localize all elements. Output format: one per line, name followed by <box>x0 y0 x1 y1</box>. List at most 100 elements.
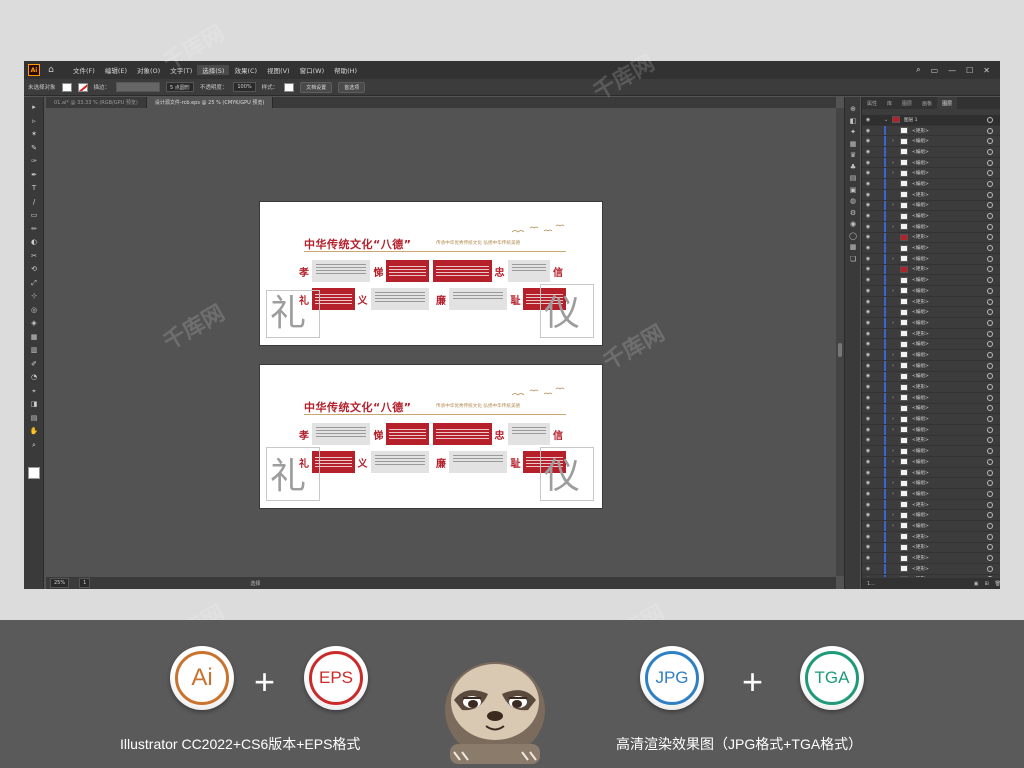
visibility-eye-icon[interactable]: ◉ <box>862 405 874 411</box>
target-circle-icon[interactable] <box>987 351 993 358</box>
layer-row[interactable]: ◉ <编组> <box>862 147 1000 158</box>
blob-brush-icon[interactable]: ◐ <box>29 238 39 247</box>
curvature-tool-icon[interactable]: ✑ <box>29 157 39 166</box>
layer-row[interactable]: ◉ › <编组> <box>862 478 1000 490</box>
shape-builder-icon[interactable]: ◎ <box>29 306 39 315</box>
visibility-eye-icon[interactable]: ◉ <box>862 170 874 176</box>
fill-stroke-swatches[interactable] <box>28 467 40 479</box>
menu-select[interactable]: 选择(S) <box>197 65 230 75</box>
symbol-sprayer-icon[interactable]: ⌖ <box>29 387 39 396</box>
expand-chevron-icon[interactable]: › <box>892 523 900 529</box>
layer-row[interactable]: ◉ › <编组> <box>862 200 1000 212</box>
layer-row[interactable]: ◉ <编组> <box>862 211 1000 222</box>
target-circle-icon[interactable] <box>987 405 993 412</box>
target-circle-icon[interactable] <box>987 501 993 508</box>
visibility-eye-icon[interactable]: ◉ <box>862 245 874 251</box>
visibility-eye-icon[interactable]: ◉ <box>862 523 874 529</box>
visibility-eye-icon[interactable]: ◉ <box>862 470 874 476</box>
layer-row[interactable]: ◉ <矩形> <box>862 264 1000 276</box>
layer-row[interactable]: ◉ <编组> <box>862 339 1000 351</box>
appearance-icon[interactable]: ♣ <box>848 163 858 171</box>
visibility-eye-icon[interactable]: ◉ <box>862 160 874 166</box>
layer-row[interactable]: ◉ <矩形> <box>862 328 1000 340</box>
visibility-eye-icon[interactable]: ◉ <box>862 352 874 358</box>
expand-chevron-icon[interactable]: › <box>892 480 900 486</box>
target-circle-icon[interactable] <box>987 277 993 284</box>
layer-row[interactable]: ◉ › <编组> <box>862 221 1000 233</box>
target-circle-icon[interactable] <box>987 490 993 497</box>
expand-chevron-icon[interactable]: › <box>892 427 900 433</box>
expand-chevron-icon[interactable]: › <box>892 320 900 326</box>
visibility-eye-icon[interactable]: ◉ <box>862 309 874 315</box>
visibility-eye-icon[interactable]: ◉ <box>862 288 874 294</box>
visibility-eye-icon[interactable]: ◉ <box>862 213 874 219</box>
style-swatch[interactable] <box>284 82 295 92</box>
target-circle-icon[interactable] <box>987 170 993 177</box>
expand-chevron-icon[interactable]: › <box>892 256 900 262</box>
layer-row[interactable]: ◉ <矩形> <box>862 499 1000 511</box>
target-circle-icon[interactable] <box>987 458 993 465</box>
target-circle-icon[interactable] <box>987 533 993 540</box>
layer-row-top[interactable]: ◉ ⌄ 图层 1 <box>862 115 1000 126</box>
menu-type[interactable]: 文字(T) <box>165 65 197 75</box>
layer-row[interactable]: ◉ › <编组> <box>862 350 1000 361</box>
layer-row[interactable]: ◉ <矩形> <box>862 435 1000 447</box>
hand-tool-icon[interactable]: ✋ <box>29 427 39 436</box>
target-circle-icon[interactable] <box>987 191 993 198</box>
delete-layer-icon[interactable]: 🗑 <box>995 581 1000 587</box>
transform-icon[interactable]: ▣ <box>848 186 858 194</box>
menu-effect[interactable]: 效果(C) <box>229 65 262 75</box>
target-circle-icon[interactable] <box>987 255 993 262</box>
new-sublayer-icon[interactable]: ▣ <box>974 581 979 587</box>
visibility-eye-icon[interactable]: ◉ <box>862 192 874 198</box>
layer-row[interactable]: ◉ <编组> <box>862 371 1000 383</box>
graph-tool-icon[interactable]: ◨ <box>29 400 39 409</box>
scale-tool-icon[interactable]: ⤢ <box>29 279 39 288</box>
expand-chevron-icon[interactable]: ⌄ <box>884 117 892 123</box>
expand-chevron-icon[interactable]: › <box>892 170 900 176</box>
layer-row[interactable]: ◉ <矩形> <box>862 232 1000 244</box>
brushes-icon[interactable]: ♛ <box>848 151 858 159</box>
align-icon[interactable]: ▤ <box>848 174 858 182</box>
target-circle-icon[interactable] <box>987 469 993 476</box>
layer-row[interactable]: ◉ <编组> <box>862 307 1000 319</box>
tab-layers-2[interactable]: 图层 <box>897 97 917 109</box>
target-circle-icon[interactable] <box>987 426 993 433</box>
visibility-eye-icon[interactable]: ◉ <box>862 181 874 187</box>
layer-row[interactable]: ◉ › <编组> <box>862 446 1000 457</box>
layer-row[interactable]: ◉ <矩形> <box>862 531 1000 543</box>
target-circle-icon[interactable] <box>987 234 993 241</box>
visibility-eye-icon[interactable]: ◉ <box>862 138 874 144</box>
tab-artboards[interactable]: 画板 <box>917 97 937 109</box>
layer-row[interactable]: ◉ <矩形> <box>862 563 1000 575</box>
visibility-eye-icon[interactable]: ◉ <box>862 277 874 283</box>
expand-chevron-icon[interactable]: › <box>892 416 900 422</box>
swatches-icon[interactable]: ◧ <box>848 117 858 125</box>
target-circle-icon[interactable] <box>987 319 993 326</box>
visibility-eye-icon[interactable]: ◉ <box>862 395 874 401</box>
visibility-eye-icon[interactable]: ◉ <box>862 363 874 369</box>
target-circle-icon[interactable] <box>987 565 993 572</box>
expand-chevron-icon[interactable]: › <box>892 202 900 208</box>
menu-file[interactable]: 文件(F) <box>68 65 100 75</box>
expand-chevron-icon[interactable]: › <box>892 459 900 465</box>
target-circle-icon[interactable] <box>987 448 993 455</box>
visibility-eye-icon[interactable]: ◉ <box>862 384 874 390</box>
target-circle-icon[interactable] <box>987 330 993 337</box>
target-circle-icon[interactable] <box>987 512 993 519</box>
target-circle-icon[interactable] <box>987 576 993 577</box>
zoom-field[interactable]: 25% <box>50 578 70 588</box>
visibility-eye-icon[interactable]: ◉ <box>862 437 874 443</box>
visibility-eye-icon[interactable]: ◉ <box>862 117 874 123</box>
visibility-eye-icon[interactable]: ◉ <box>862 320 874 326</box>
scissors-tool-icon[interactable]: ✂ <box>29 252 39 261</box>
target-circle-icon[interactable] <box>987 148 993 155</box>
visibility-eye-icon[interactable]: ◉ <box>862 202 874 208</box>
expand-chevron-icon[interactable]: › <box>892 491 900 497</box>
menu-window[interactable]: 窗口(W) <box>295 65 330 75</box>
visibility-eye-icon[interactable]: ◉ <box>862 555 874 561</box>
target-circle-icon[interactable] <box>987 373 993 380</box>
expand-chevron-icon[interactable]: › <box>892 288 900 294</box>
layer-row[interactable]: ◉ › <编组> <box>862 510 1000 522</box>
target-circle-icon[interactable] <box>987 213 993 220</box>
